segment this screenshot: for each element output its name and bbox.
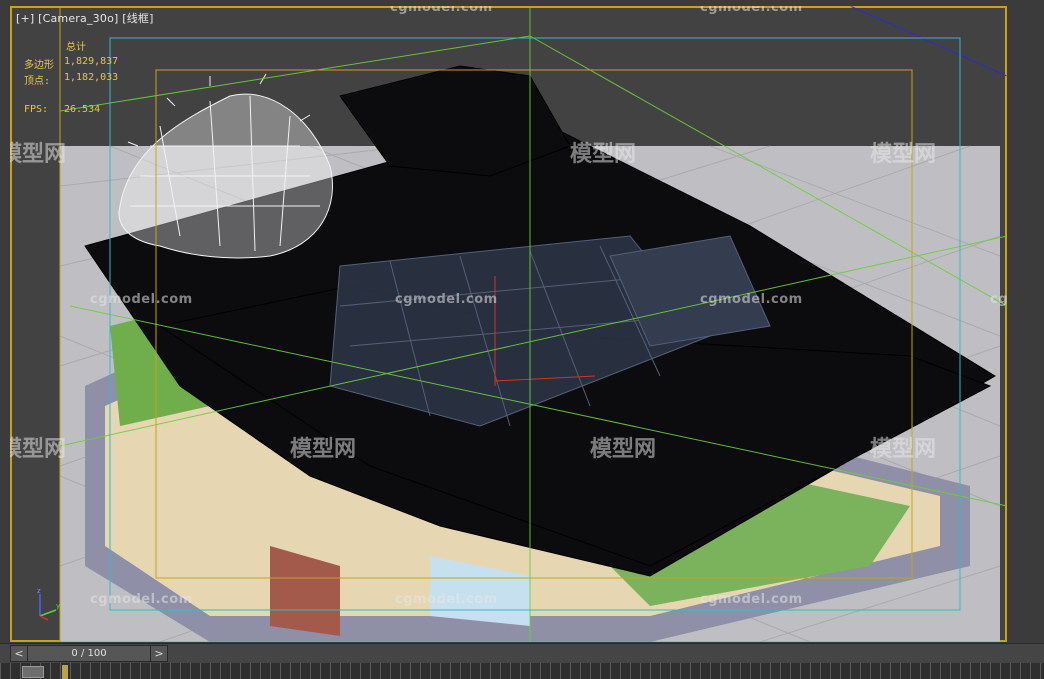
stats-total-label: 总计: [66, 42, 86, 53]
stats-fps-label: FPS:: [24, 104, 49, 115]
key-filter-icon[interactable]: [22, 666, 44, 678]
watermark-site: cgmodel.com: [700, 592, 803, 607]
watermark-site: cgmodel.com: [90, 592, 193, 607]
previous-frame-button[interactable]: <: [11, 646, 28, 661]
watermark-site: cgmodel.com: [395, 292, 498, 307]
track-bar[interactable]: [0, 663, 1044, 679]
viewport-camera-button[interactable]: [Camera_30o]: [38, 12, 118, 25]
current-frame-marker[interactable]: [62, 665, 68, 679]
next-frame-button[interactable]: >: [150, 646, 167, 661]
watermark-cn: 模型网: [590, 437, 657, 462]
xyz-axis-gizmo-icon: z y: [37, 587, 60, 621]
watermark-site: cgmodel.com: [395, 592, 498, 607]
stats-verts-value: 1,182,033: [64, 72, 119, 83]
svg-text:y: y: [56, 602, 60, 610]
stats-verts-label: 顶点:: [24, 76, 51, 87]
watermark-site: cgmodel.com: [700, 292, 803, 307]
viewport-menu-button[interactable]: [+]: [16, 12, 34, 25]
frame-counter[interactable]: 0 / 100: [27, 646, 151, 661]
wireframe-scene[interactable]: [10, 6, 1007, 642]
watermark-site: cgmodel.com: [990, 292, 1007, 307]
watermark-cn: 模型网: [10, 437, 67, 462]
watermark-cn: 模型网: [290, 437, 357, 462]
watermark-site: cgmodel.com: [390, 6, 493, 15]
tree-wireframe: [118, 73, 333, 259]
viewport-label[interactable]: [+] [Camera_30o] [线框]: [16, 10, 154, 26]
watermark-site: cgmodel.com: [90, 292, 193, 307]
watermark-cn: 模型网: [870, 437, 937, 462]
stats-fps-value: 26.534: [64, 104, 101, 115]
world-axis-blue: [849, 6, 1007, 77]
watermark-cn: 模型网: [870, 142, 937, 167]
time-slider[interactable]: < 0 / 100 >: [10, 645, 168, 662]
watermark-cn: 模型网: [10, 142, 67, 167]
svg-text:z: z: [37, 587, 41, 595]
watermark-site: cgmodel.com: [700, 6, 803, 15]
time-slider-bar: < 0 / 100 >: [0, 643, 1044, 664]
stats-polys-label: 多边形: [24, 60, 54, 71]
watermark-cn: 模型网: [570, 142, 637, 167]
stats-polys-value: 1,829,837: [64, 56, 119, 67]
camera-viewport[interactable]: [+] [Camera_30o] [线框] 总计 多边形 1,829,837 顶…: [10, 6, 1007, 642]
viewport-shading-button[interactable]: [线框]: [122, 10, 153, 26]
